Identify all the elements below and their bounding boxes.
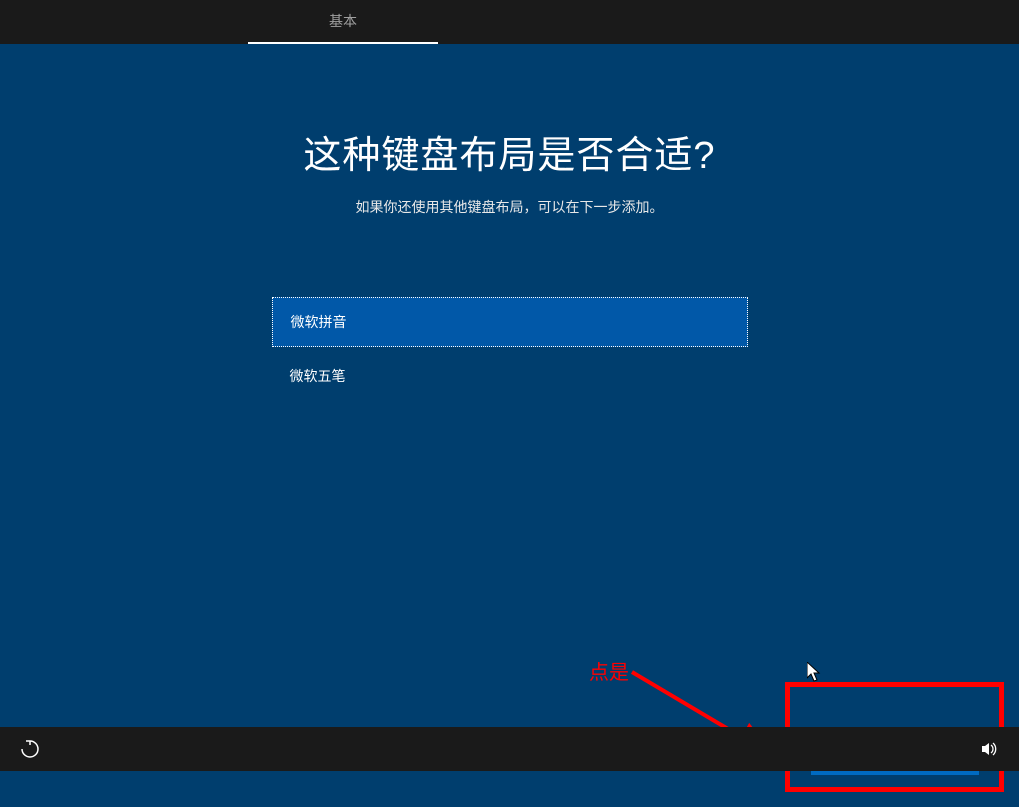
top-bar: 基本 xyxy=(0,0,1019,44)
annotation-text: 点是 xyxy=(589,656,629,685)
main-content: 这种键盘布局是否合适? 如果你还使用其他键盘布局，可以在下一步添加。 微软拼音 … xyxy=(0,124,1019,807)
option-microsoft-pinyin[interactable]: 微软拼音 xyxy=(272,297,748,347)
option-label: 微软拼音 xyxy=(291,312,347,332)
page-title: 这种键盘布局是否合适? xyxy=(0,124,1019,179)
page-subtitle: 如果你还使用其他键盘布局，可以在下一步添加。 xyxy=(0,197,1019,217)
ease-of-access-icon[interactable] xyxy=(18,737,42,761)
option-microsoft-wubi[interactable]: 微软五笔 xyxy=(272,351,748,401)
option-label: 微软五笔 xyxy=(290,366,346,386)
bottom-bar xyxy=(0,727,1019,771)
tab-basic[interactable]: 基本 xyxy=(248,0,438,44)
keyboard-layout-list: 微软拼音 微软五笔 xyxy=(272,297,748,401)
volume-icon[interactable] xyxy=(977,737,1001,761)
mouse-cursor-icon xyxy=(807,662,823,682)
tab-basic-label: 基本 xyxy=(329,11,357,31)
